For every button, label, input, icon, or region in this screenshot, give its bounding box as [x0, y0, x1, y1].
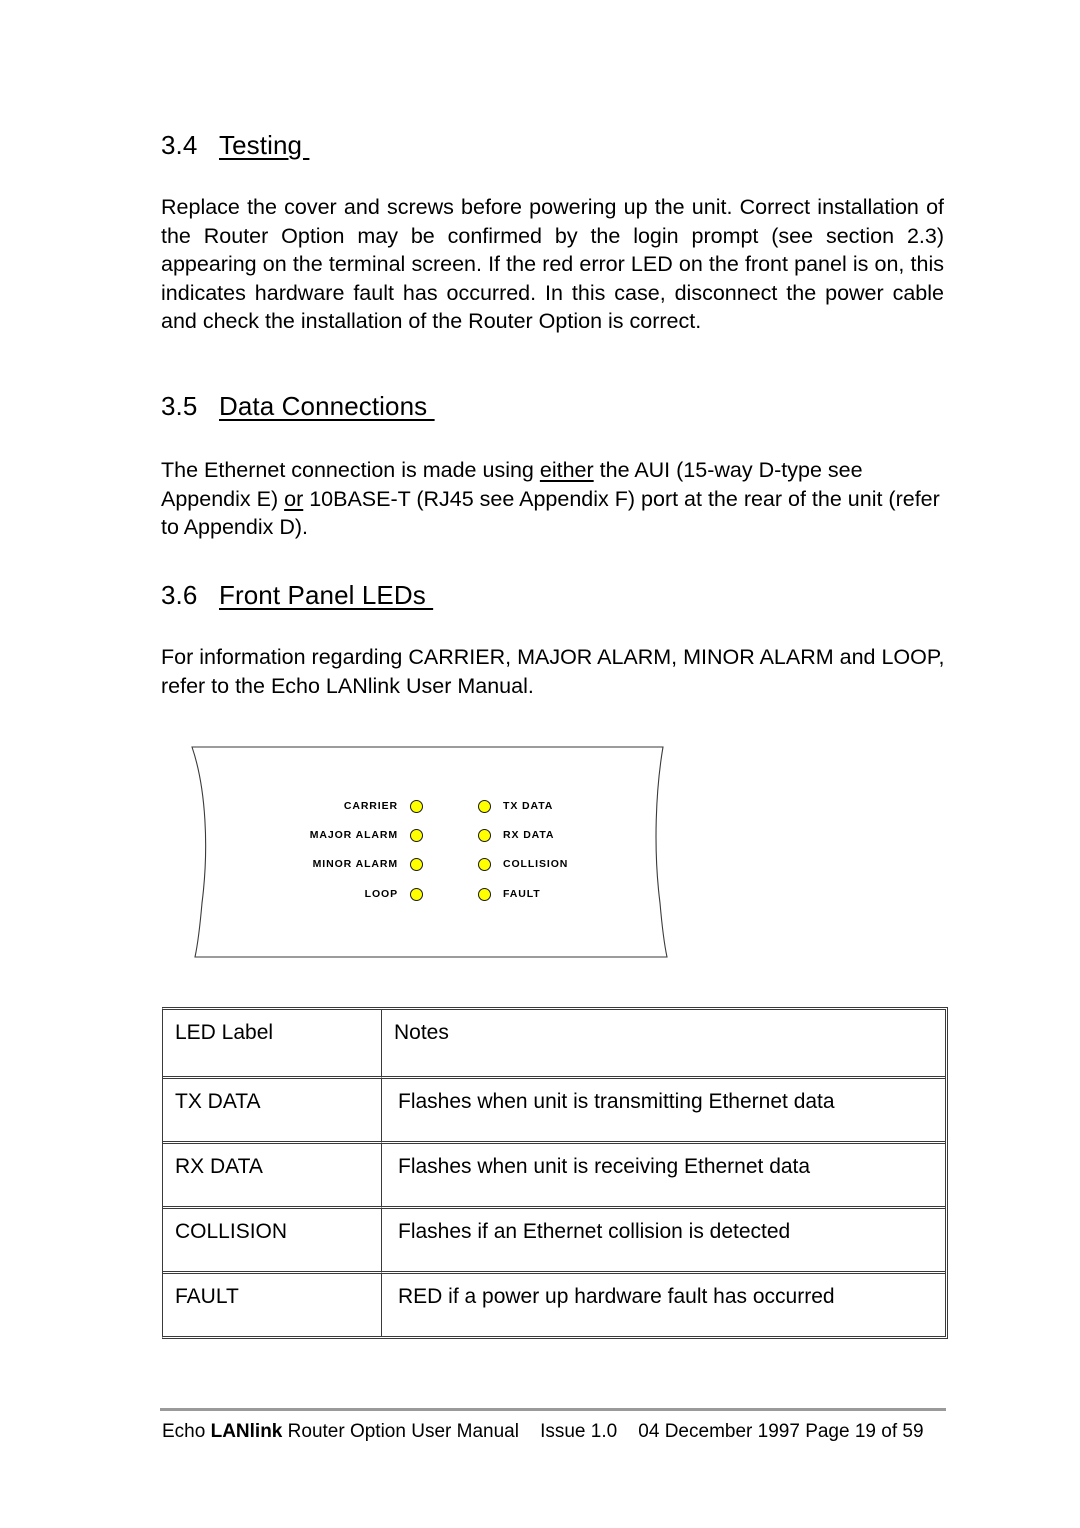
paragraph-front-panel-leds: For information regarding CARRIER, MAJOR… — [161, 645, 945, 698]
heading-3-5-title: Data Connections — [219, 391, 435, 421]
front-panel-outline-svg — [191, 746, 668, 958]
led-description-table: LED Label Notes TX DATA Flashes when uni… — [162, 1007, 948, 1339]
heading-3-6-title: Front Panel LEDs — [219, 580, 434, 610]
table-row: TX DATA Flashes when unit is transmittin… — [163, 1079, 945, 1144]
table-cell-led-label: TX DATA — [163, 1079, 382, 1144]
footer-manual-brand: LANlink — [210, 1421, 283, 1442]
table-cell-notes: Flashes if an Ethernet collision is dete… — [382, 1209, 945, 1274]
dc-emphasis-or: or — [284, 486, 304, 511]
paragraph-data-connections: The Ethernet connection is made using ei… — [161, 456, 951, 542]
table-cell-led-label: COLLISION — [163, 1209, 382, 1274]
table-header-notes: Notes — [382, 1010, 945, 1079]
heading-3-4: 3.4 Testing — [161, 131, 309, 160]
document-page: 3.4 Testing Replace the cover and screws … — [0, 0, 1080, 1528]
table-row: FAULT RED if a power up hardware fault h… — [163, 1274, 945, 1336]
table-header-row: LED Label Notes — [163, 1010, 945, 1079]
dc-text-1: The Ethernet connection is made using — [161, 458, 540, 482]
footer-spacer-1 — [519, 1421, 540, 1442]
table-header-led-label: LED Label — [163, 1010, 382, 1079]
heading-3-4-title: Testing — [219, 130, 310, 160]
table-row: RX DATA Flashes when unit is receiving E… — [163, 1144, 945, 1209]
table-cell-notes: RED if a power up hardware fault has occ… — [398, 1285, 835, 1308]
heading-3-5: 3.5 Data Connections — [161, 392, 435, 421]
table-cell-notes: Flashes when unit is transmitting Ethern… — [382, 1079, 945, 1144]
table-cell-led-label: FAULT — [163, 1274, 382, 1336]
footer-spacer-2 — [617, 1421, 638, 1442]
front-panel-diagram: CARRIER TX DATA MAJOR ALARM RX DATA MINO… — [170, 728, 690, 973]
heading-3-5-number: 3.5 — [161, 391, 198, 421]
footer-issue: Issue 1.0 — [540, 1421, 618, 1442]
footer-divider — [160, 1408, 946, 1411]
heading-3-6: 3.6 Front Panel LEDs — [161, 581, 433, 610]
table-cell-led-label: RX DATA — [163, 1144, 382, 1209]
footer-page-number: Page 19 of 59 — [805, 1421, 924, 1442]
heading-3-6-number: 3.6 — [161, 580, 198, 610]
dc-emphasis-either: either — [539, 458, 594, 482]
table-cell-notes: Flashes when unit is receiving Ethernet … — [382, 1144, 945, 1209]
paragraph-testing: Replace the cover and screws before powe… — [161, 195, 944, 333]
footer-manual-prefix: Echo — [162, 1421, 211, 1442]
heading-3-4-number: 3.4 — [161, 130, 198, 160]
panel-body-shape — [191, 746, 668, 958]
page-footer: Echo LANlink Router Option User Manual I… — [162, 1421, 962, 1443]
table-row: COLLISION Flashes if an Ethernet collisi… — [163, 1209, 945, 1274]
footer-date: 04 December 1997 — [638, 1421, 800, 1442]
footer-manual-suffix: Router Option User Manual — [282, 1421, 519, 1442]
